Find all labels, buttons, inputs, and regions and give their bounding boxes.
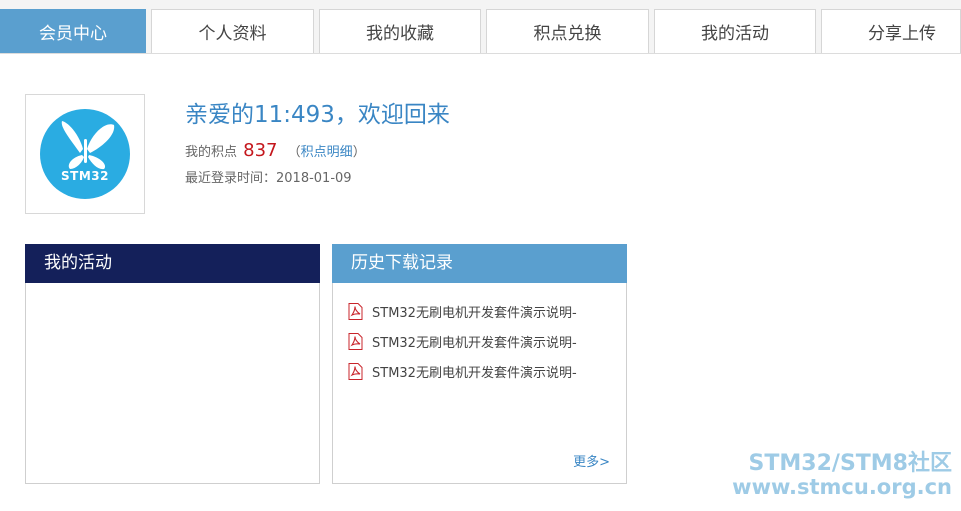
download-item-name: STM32无刷电机开发套件演示说明- bbox=[372, 305, 577, 321]
points-detail-link[interactable]: 积点明细 bbox=[301, 145, 353, 160]
tab-share-upload[interactable]: 分享上传 bbox=[821, 9, 961, 53]
stm32-logo: STM32 bbox=[40, 109, 130, 199]
avatar: STM32 bbox=[25, 94, 145, 214]
tab-label: 会员中心 bbox=[39, 24, 107, 44]
welcome-title: 亲爱的11:493，欢迎回来 bbox=[185, 102, 450, 128]
points-value: 837 bbox=[243, 140, 278, 161]
pdf-icon bbox=[348, 332, 363, 350]
download-item[interactable]: STM32无刷电机开发套件演示说明- bbox=[348, 361, 577, 381]
download-history-panel: 历史下载记录 STM32无刷电机开发套件演示说明- STM32无刷电机开发套件演… bbox=[332, 244, 627, 484]
tab-favorites[interactable]: 我的收藏 bbox=[319, 9, 481, 53]
butterfly-icon bbox=[61, 121, 115, 170]
activity-panel-title: 我的活动 bbox=[25, 244, 320, 283]
tab-label: 分享上传 bbox=[868, 24, 936, 44]
pdf-icon bbox=[348, 362, 363, 380]
tab-points-exchange[interactable]: 积点兑换 bbox=[486, 9, 649, 53]
tab-bar: 会员中心 个人资料 我的收藏 积点兑换 我的活动 分享上传 bbox=[0, 0, 961, 54]
watermark: STM32/STM8社区 www.stmcu.org.cn bbox=[732, 451, 952, 500]
points-label: 我的积点 bbox=[185, 145, 238, 160]
download-item-name: STM32无刷电机开发套件演示说明- bbox=[372, 335, 577, 351]
pdf-icon bbox=[348, 302, 363, 320]
points-detail-close: ） bbox=[352, 145, 366, 160]
points-detail-open: （ bbox=[287, 145, 301, 160]
tab-label: 我的活动 bbox=[701, 24, 769, 44]
avatar-brand-text: STM32 bbox=[61, 169, 109, 183]
watermark-line1: STM32/STM8社区 bbox=[748, 451, 952, 476]
more-link[interactable]: 更多> bbox=[573, 451, 610, 470]
tab-label: 积点兑换 bbox=[533, 24, 602, 44]
download-item[interactable]: STM32无刷电机开发套件演示说明- bbox=[348, 301, 577, 321]
tab-label: 我的收藏 bbox=[366, 24, 434, 44]
tab-my-activities[interactable]: 我的活动 bbox=[654, 9, 816, 53]
activity-panel: 我的活动 bbox=[25, 244, 320, 484]
last-login-time: 最近登录时间：2018-01-09 bbox=[185, 171, 352, 186]
download-item-name: STM32无刷电机开发套件演示说明- bbox=[372, 365, 577, 381]
watermark-line2: www.stmcu.org.cn bbox=[732, 475, 952, 500]
tab-profile[interactable]: 个人资料 bbox=[151, 9, 314, 53]
tab-label: 个人资料 bbox=[198, 24, 267, 44]
points-line: 我的积点 837 （积点明细） bbox=[185, 140, 366, 161]
tab-member-center[interactable]: 会员中心 bbox=[0, 9, 146, 53]
download-history-title: 历史下载记录 bbox=[332, 244, 627, 283]
download-item[interactable]: STM32无刷电机开发套件演示说明- bbox=[348, 331, 577, 351]
